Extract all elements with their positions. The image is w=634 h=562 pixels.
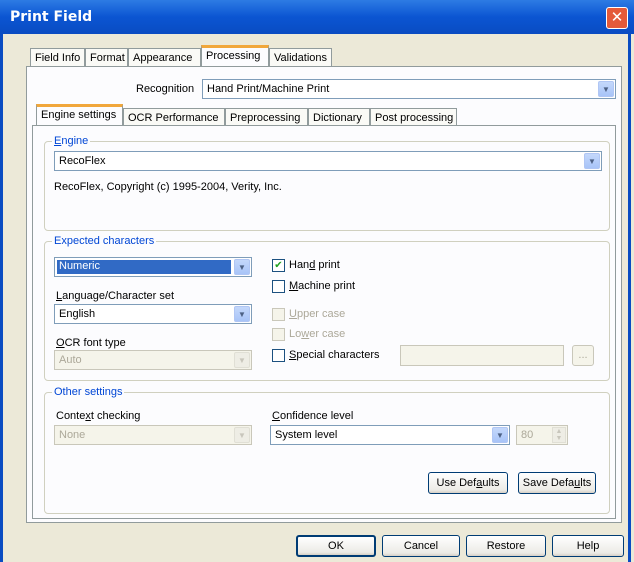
restore-button[interactable]: Restore bbox=[466, 535, 546, 557]
tab-processing[interactable]: Processing bbox=[201, 45, 269, 67]
context-checking-value: None bbox=[59, 429, 86, 441]
cancel-button[interactable]: Cancel bbox=[382, 535, 460, 557]
close-button[interactable]: ✕ bbox=[606, 7, 628, 29]
recognition-select[interactable]: Hand Print/Machine Print ▼ bbox=[202, 79, 616, 99]
context-checking-select[interactable]: None ▼ bbox=[54, 425, 252, 445]
engine-copyright: RecoFlex, Copyright (c) 1995-2004, Verit… bbox=[54, 181, 282, 193]
character-type-select[interactable]: Numeric ▼ bbox=[54, 257, 252, 277]
language-label: Language/Character set bbox=[56, 290, 175, 302]
spinner-arrows-icon[interactable]: ▲ ▼ bbox=[552, 427, 566, 443]
expected-characters-legend: Expected characters bbox=[52, 235, 157, 247]
tab-ocr-performance[interactable]: OCR Performance bbox=[123, 108, 225, 126]
upper-case-checkbox[interactable] bbox=[272, 308, 285, 321]
special-characters-checkbox[interactable] bbox=[272, 349, 285, 362]
chevron-down-icon[interactable]: ▼ bbox=[234, 306, 250, 322]
close-icon: ✕ bbox=[610, 8, 624, 26]
ok-button[interactable]: OK bbox=[296, 535, 376, 557]
ocr-font-type-value: Auto bbox=[59, 354, 82, 366]
chevron-down-icon[interactable]: ▼ bbox=[492, 427, 508, 443]
tab-label: Field Info bbox=[35, 52, 81, 64]
print-field-dialog: Print Field ✕ Field Info Format Appearan… bbox=[0, 0, 634, 562]
confidence-number-spinner[interactable]: 80 ▲ ▼ bbox=[516, 425, 568, 445]
tab-label: Format bbox=[90, 52, 125, 64]
tab-appearance[interactable]: Appearance bbox=[128, 48, 201, 66]
tab-dictionary[interactable]: Dictionary bbox=[308, 108, 370, 126]
tab-label: Post processing bbox=[375, 112, 454, 124]
tab-field-info[interactable]: Field Info bbox=[30, 48, 85, 66]
title-bar[interactable]: Print Field ✕ bbox=[0, 0, 634, 34]
window-title: Print Field bbox=[10, 9, 93, 25]
confidence-level-label: Confidence level bbox=[272, 410, 354, 422]
checkmark-icon: ✔ bbox=[274, 260, 283, 271]
tab-label: Engine settings bbox=[41, 109, 117, 121]
other-settings-legend: Other settings bbox=[52, 386, 125, 398]
chevron-down-icon[interactable]: ▼ bbox=[234, 427, 250, 443]
confidence-number-value: 80 bbox=[521, 429, 534, 441]
engine-select[interactable]: RecoFlex ▼ bbox=[54, 151, 602, 171]
save-defaults-button[interactable]: Save Defaults bbox=[518, 472, 596, 494]
machine-print-checkbox[interactable] bbox=[272, 280, 285, 293]
special-characters-label: Special characters bbox=[289, 349, 380, 361]
tab-label: Validations bbox=[274, 52, 327, 64]
chevron-down-icon[interactable]: ▼ bbox=[234, 259, 250, 275]
chevron-down-icon[interactable]: ▼ bbox=[234, 352, 250, 368]
special-characters-input[interactable] bbox=[400, 345, 564, 366]
language-value: English bbox=[59, 308, 96, 320]
character-type-value: Numeric bbox=[57, 260, 231, 274]
tab-post-processing[interactable]: Post processing bbox=[370, 108, 457, 126]
ocr-font-type-select[interactable]: Auto ▼ bbox=[54, 350, 252, 370]
special-characters-browse-button[interactable]: ... bbox=[572, 345, 594, 366]
tab-label: Processing bbox=[206, 50, 261, 62]
tab-engine-settings[interactable]: Engine settings bbox=[36, 104, 123, 126]
tab-label: Appearance bbox=[133, 52, 193, 64]
engine-value: RecoFlex bbox=[59, 155, 106, 167]
context-checking-label: Context checking bbox=[56, 410, 141, 422]
chevron-down-icon[interactable]: ▼ bbox=[584, 153, 600, 169]
lower-case-checkbox[interactable] bbox=[272, 328, 285, 341]
tab-label: OCR Performance bbox=[128, 112, 219, 124]
tab-preprocessing[interactable]: Preprocessing bbox=[225, 108, 308, 126]
ocr-font-type-label: OCR font type bbox=[56, 337, 126, 349]
machine-print-label: Machine print bbox=[289, 280, 356, 292]
recognition-value: Hand Print/Machine Print bbox=[207, 83, 330, 95]
confidence-level-select[interactable]: System level ▼ bbox=[270, 425, 510, 445]
hand-print-checkbox[interactable]: ✔ bbox=[272, 259, 285, 272]
tab-validations[interactable]: Validations bbox=[269, 48, 332, 66]
confidence-level-value: System level bbox=[275, 429, 338, 441]
tab-label: Dictionary bbox=[313, 112, 362, 124]
chevron-down-icon[interactable]: ▼ bbox=[598, 81, 614, 97]
recognition-label: Recognition bbox=[136, 83, 195, 95]
lower-case-label: Lower case bbox=[289, 328, 346, 340]
language-select[interactable]: English ▼ bbox=[54, 304, 252, 324]
help-button[interactable]: Help bbox=[552, 535, 624, 557]
tab-label: Preprocessing bbox=[230, 112, 301, 124]
engine-legend: Engine bbox=[52, 135, 91, 147]
tab-format[interactable]: Format bbox=[85, 48, 128, 66]
upper-case-label: Upper case bbox=[289, 308, 346, 320]
use-defaults-button[interactable]: Use Defaults bbox=[428, 472, 508, 494]
hand-print-label: Hand print bbox=[289, 259, 340, 271]
